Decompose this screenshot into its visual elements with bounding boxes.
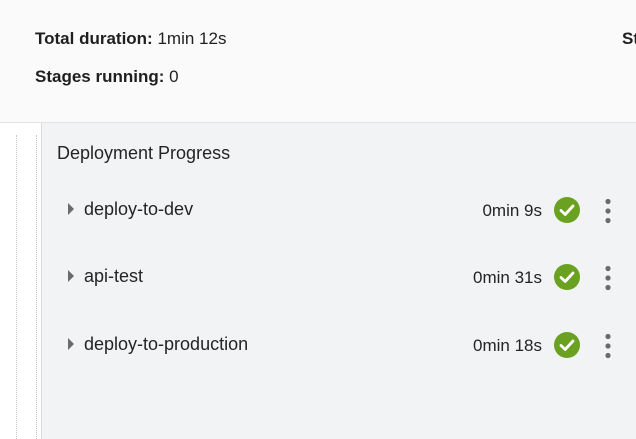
check-circle-icon <box>554 197 580 223</box>
total-duration-label: Total duration: <box>35 29 153 48</box>
stage-name[interactable]: api-test <box>84 265 143 287</box>
caret-right-icon[interactable] <box>66 201 76 217</box>
stage-row-deploy-to-production[interactable]: deploy-to-production 0min 18s <box>42 330 636 366</box>
more-vertical-icon[interactable] <box>599 330 617 362</box>
deployment-progress-panel: Deployment Progress deploy-to-dev 0min 9… <box>41 123 636 439</box>
check-circle-icon <box>554 264 580 290</box>
stage-duration: 0min 18s <box>473 336 542 355</box>
stage-name[interactable]: deploy-to-production <box>84 333 248 355</box>
stage-duration: 0min 31s <box>473 268 542 287</box>
caret-right-icon[interactable] <box>66 268 76 284</box>
more-vertical-icon[interactable] <box>599 262 617 294</box>
gutter-dotted-line <box>16 135 17 439</box>
stage-row-deploy-to-dev[interactable]: deploy-to-dev 0min 9s <box>42 195 636 231</box>
truncated-summary-label: St <box>622 29 636 48</box>
stages-running-label: Stages running: <box>35 67 165 86</box>
left-gutter <box>0 123 41 439</box>
check-circle-icon <box>554 332 580 358</box>
panel-title: Deployment Progress <box>57 143 231 163</box>
stage-duration: 0min 9s <box>482 201 542 220</box>
more-vertical-icon[interactable] <box>599 195 617 227</box>
stage-row-api-test[interactable]: api-test 0min 31s <box>42 262 636 298</box>
caret-right-icon[interactable] <box>66 336 76 352</box>
stages-running-row: Stages running: 0 <box>35 67 179 87</box>
run-summary: Total duration: 1min 12s Stages running:… <box>0 0 636 123</box>
pipeline-run-page: Total duration: 1min 12s Stages running:… <box>0 0 636 439</box>
total-duration-value: 1min 12s <box>157 29 227 48</box>
gutter-dotted-line <box>36 135 37 439</box>
stage-name[interactable]: deploy-to-dev <box>84 198 193 220</box>
total-duration-row: Total duration: 1min 12s <box>35 29 226 49</box>
stages-running-value: 0 <box>169 67 179 86</box>
